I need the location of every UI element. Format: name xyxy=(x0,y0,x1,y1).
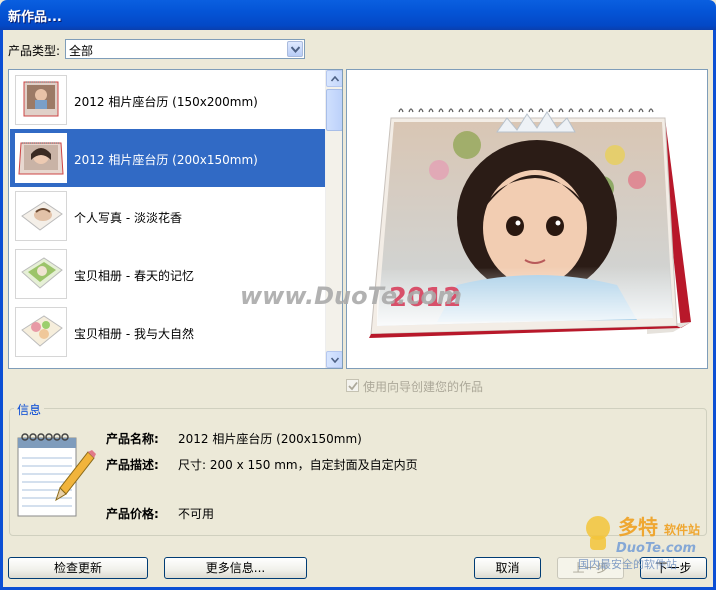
desk-calendar-preview-image: 2012 xyxy=(369,108,691,338)
product-price-label: 产品价格: xyxy=(106,507,159,521)
scroll-up-button[interactable] xyxy=(326,70,342,87)
product-type-value: 全部 xyxy=(69,44,94,58)
svg-text:软件站: 软件站 xyxy=(664,522,700,537)
product-name-label: 产品名称: xyxy=(106,432,159,446)
title-bar[interactable]: 新作品... xyxy=(0,0,716,30)
product-price-value: 不可用 xyxy=(178,507,215,521)
more-info-button[interactable]: 更多信息... xyxy=(164,557,307,579)
list-item-label: 2012 相片座台历 (150x200mm) xyxy=(74,95,258,109)
list-item-label: 宝贝相册 - 春天的记忆 xyxy=(74,269,194,283)
product-type-select[interactable]: 全部 xyxy=(65,39,305,59)
svg-text:国内最安全的软件站: 国内最安全的软件站 xyxy=(578,557,677,571)
wizard-checkbox[interactable] xyxy=(346,379,359,392)
product-description-value: 尺寸: 200 x 150 mm，自定封面及自定内页 xyxy=(178,458,418,472)
product-type-label: 产品类型: xyxy=(8,44,61,58)
list-item[interactable]: 2012 相片座台历 (200x150mm) xyxy=(10,129,325,187)
calendar-thumbnail-icon xyxy=(15,133,67,183)
list-item-label: 2012 相片座台历 (200x150mm) xyxy=(74,153,258,167)
list-item-label: 个人写真 - 淡淡花香 xyxy=(74,211,182,225)
list-item-label: 宝贝相册 - 我与大自然 xyxy=(74,327,194,341)
scroll-down-button[interactable] xyxy=(326,351,342,368)
notepad-pencil-icon xyxy=(16,432,96,522)
product-preview: 2012 xyxy=(346,69,708,369)
list-item[interactable]: 宝贝相册 - 我与大自然 xyxy=(10,303,325,361)
product-description-label: 产品描述: xyxy=(106,458,159,472)
list-item[interactable]: 个人写真 - 淡淡花香 xyxy=(10,187,325,245)
photo-book-thumbnail-icon xyxy=(15,191,67,241)
cancel-button[interactable]: 取消 xyxy=(474,557,541,579)
product-name-value: 2012 相片座台历 (200x150mm) xyxy=(178,432,362,446)
photo-book-thumbnail-icon xyxy=(15,307,67,357)
window-title: 新作品... xyxy=(8,10,62,25)
svg-text:多特: 多特 xyxy=(618,515,658,539)
watermark-text: www.DuoTe.com xyxy=(240,282,462,310)
wizard-checkbox-label: 使用向导创建您的作品 xyxy=(363,380,484,394)
photo-book-thumbnail-icon xyxy=(15,249,67,299)
duote-logo: 多特 软件站 DuoTe.com 国内最安全的软件站 xyxy=(578,508,712,580)
chevron-down-icon[interactable] xyxy=(287,41,303,57)
list-item[interactable]: 2012 相片座台历 (150x200mm) xyxy=(10,71,325,129)
list-scrollbar[interactable] xyxy=(325,70,342,368)
info-group-title: 信息 xyxy=(14,401,45,418)
calendar-thumbnail-icon xyxy=(15,75,67,125)
svg-text:DuoTe.com: DuoTe.com xyxy=(616,541,696,556)
scroll-thumb[interactable] xyxy=(326,89,342,131)
product-list[interactable]: 2012 相片座台历 (150x200mm) 2012 相片座台历 (200x1… xyxy=(8,69,343,369)
check-updates-button[interactable]: 检查更新 xyxy=(8,557,148,579)
